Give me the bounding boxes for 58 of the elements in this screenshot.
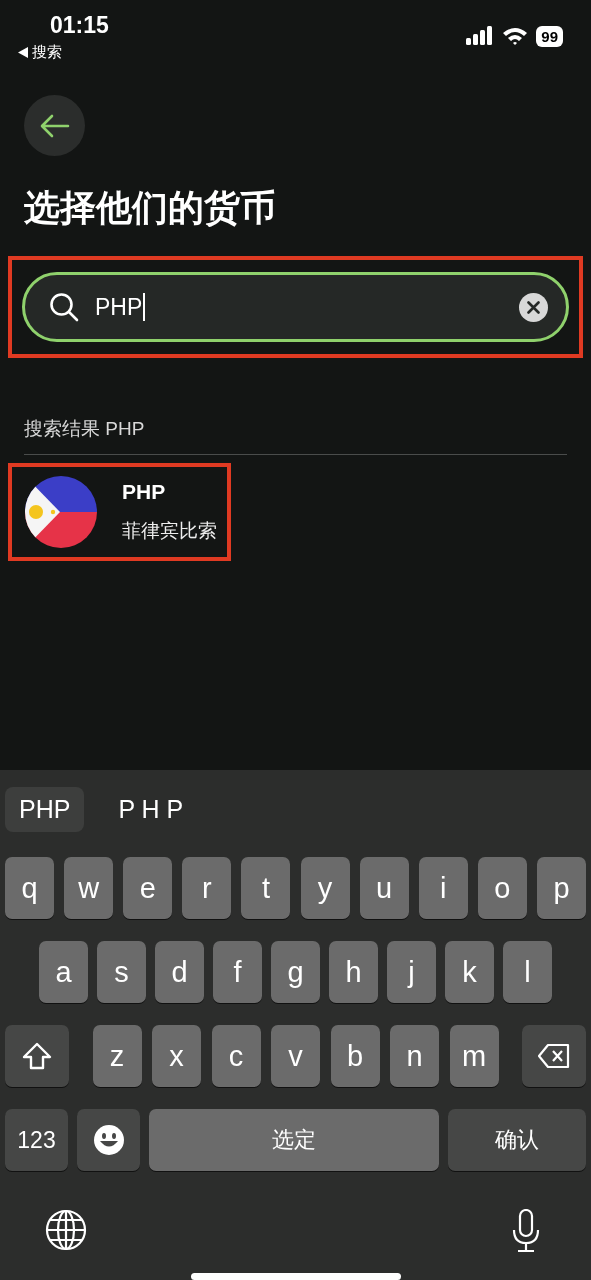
back-arrow-icon <box>39 113 70 138</box>
confirm-key[interactable]: 确认 <box>448 1109 586 1172</box>
delete-key[interactable] <box>522 1025 586 1088</box>
emoji-key[interactable] <box>77 1109 140 1172</box>
search-value: PHP <box>95 293 143 321</box>
letter-key[interactable]: m <box>449 1025 499 1088</box>
letter-key[interactable]: c <box>211 1025 261 1088</box>
results-heading: 搜索结果 PHP <box>24 416 567 455</box>
select-key[interactable]: 选定 <box>149 1109 439 1172</box>
numbers-key[interactable]: 123 <box>5 1109 68 1172</box>
letter-key[interactable]: x <box>152 1025 201 1088</box>
letter-key[interactable]: k <box>445 941 494 1004</box>
letter-key[interactable]: d <box>155 941 204 1004</box>
letter-key[interactable]: p <box>537 857 586 920</box>
text-cursor <box>143 293 146 321</box>
back-to-app-link[interactable]: 搜索 <box>18 43 62 62</box>
page-title: 选择他们的货币 <box>24 186 277 230</box>
letter-key[interactable]: e <box>123 857 173 920</box>
shift-arrow-icon <box>21 1041 53 1072</box>
status-time: 01:15 <box>50 12 109 39</box>
letter-key[interactable]: u <box>359 857 409 920</box>
letter-key[interactable]: a <box>39 941 88 1004</box>
suggestion-chip[interactable]: P H P <box>104 786 198 832</box>
letter-key[interactable]: q <box>5 857 54 920</box>
shift-key[interactable] <box>5 1025 69 1088</box>
wifi-icon <box>502 26 529 46</box>
letter-key[interactable]: w <box>64 857 114 920</box>
letter-key[interactable]: t <box>241 857 291 920</box>
letter-key[interactable]: b <box>330 1025 380 1088</box>
microphone-icon[interactable] <box>511 1209 541 1254</box>
philippines-flag-icon <box>24 475 98 549</box>
close-icon <box>527 300 540 314</box>
cellular-signal-icon <box>466 26 495 46</box>
back-to-app-label: 搜索 <box>32 43 62 62</box>
letter-key[interactable]: j <box>387 941 436 1004</box>
globe-icon[interactable] <box>45 1209 87 1252</box>
letter-key[interactable]: f <box>213 941 262 1004</box>
clear-button[interactable] <box>519 292 548 322</box>
letter-key[interactable]: y <box>300 857 350 920</box>
battery-level: 99 <box>536 25 563 47</box>
letter-key[interactable]: h <box>329 941 378 1004</box>
search-field[interactable]: PHP <box>22 272 569 342</box>
letter-key[interactable]: i <box>418 857 468 920</box>
letter-key[interactable]: s <box>97 941 146 1004</box>
letter-key[interactable]: v <box>271 1025 320 1088</box>
currency-code[interactable]: PHP <box>122 480 217 504</box>
letter-key[interactable]: g <box>271 941 320 1004</box>
search-icon <box>49 292 79 322</box>
letter-key[interactable]: o <box>477 857 527 920</box>
letter-key[interactable]: r <box>182 857 232 920</box>
suggestion-chip[interactable]: PHP <box>5 786 85 832</box>
backspace-icon <box>537 1043 571 1070</box>
currency-name[interactable]: 菲律宾比索 <box>122 518 217 544</box>
smiley-icon <box>92 1124 125 1157</box>
letter-key[interactable]: n <box>390 1025 439 1088</box>
letter-key[interactable]: z <box>92 1025 142 1088</box>
letter-key[interactable]: l <box>503 941 552 1004</box>
back-triangle-icon <box>18 47 28 58</box>
